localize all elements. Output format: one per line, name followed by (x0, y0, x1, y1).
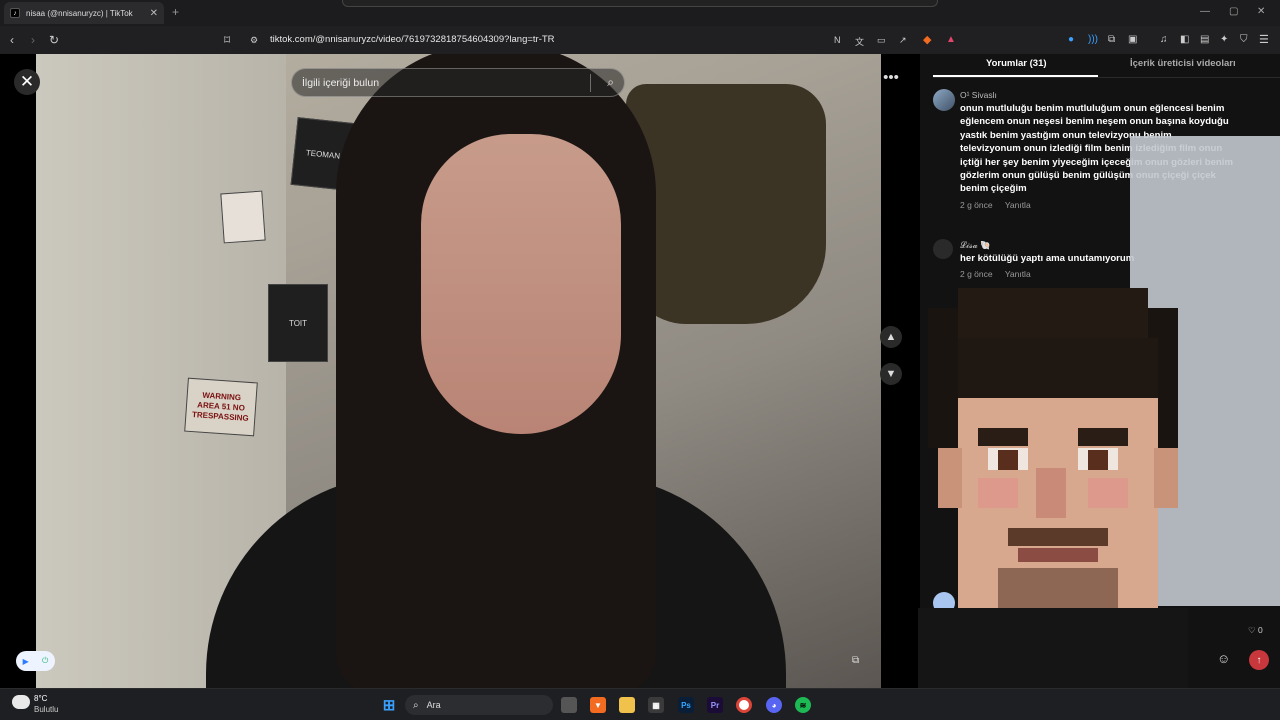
windows-start-icon[interactable]: ⊞ (381, 697, 397, 714)
discord-icon[interactable]: ◕ (766, 697, 782, 713)
spotify-icon[interactable]: ≋ (795, 697, 811, 713)
premiere-icon[interactable]: Pr (707, 697, 723, 713)
cast-icon[interactable]: ▭ (877, 35, 886, 46)
comment-username[interactable]: O¹ Sivaslı (960, 90, 997, 100)
translate-off-icon[interactable]: N (834, 35, 841, 45)
chrome-icon[interactable] (736, 697, 752, 713)
vpn-icon[interactable]: ⛉ (1240, 34, 1248, 45)
taskbar-search-label: Ara (426, 700, 441, 710)
weather-description[interactable]: Bulutlu (34, 705, 58, 714)
search-divider (590, 74, 591, 92)
tab-divider (933, 77, 1280, 78)
person-face (421, 134, 621, 434)
sidebar-icon[interactable]: ◧ (1180, 34, 1189, 45)
search-icon: ⌕ (413, 699, 419, 711)
windows-taskbar: 8°C Bulutlu ⊞ ⌕ Ara ▼ ▦ Ps Pr ◕ ≋ (0, 688, 1280, 720)
bookmark-icon[interactable]: ⌑ (224, 33, 230, 47)
pixel-art-avatar (918, 288, 1188, 688)
more-options-icon[interactable]: ••• (878, 69, 904, 91)
poster: TOIT (268, 284, 328, 362)
tab-strip: ♪ nisaa (@nnisanuryzc) | TikTok ✕ + — ▢ … (0, 0, 1280, 26)
emoji-icon[interactable]: ☺ (1217, 651, 1230, 666)
power-icon: ⏻ (42, 656, 49, 665)
search-input[interactable]: İlgili içeriği bulun ⌕ (291, 68, 625, 97)
reply-link[interactable]: Yanıtla (1005, 200, 1031, 210)
new-tab-icon[interactable]: + (172, 5, 179, 19)
search-placeholder: İlgili içeriği bulun (302, 76, 380, 89)
brave-rewards-icon[interactable]: ▲ (946, 34, 956, 45)
comment-time: 2 g önce (960, 200, 993, 210)
translate-icon[interactable]: 文 (855, 35, 864, 48)
tab-title: nisaa (@nnisanuryzc) | TikTok (26, 8, 133, 18)
file-explorer-icon[interactable] (619, 697, 635, 713)
close-video-button[interactable]: ✕ (14, 69, 40, 95)
comment-meta: 2 g önce Yanıtla (960, 200, 1041, 210)
brave-shield-icon[interactable]: ◆ (923, 33, 931, 46)
tiktok-icon: ♪ (10, 8, 20, 18)
avatar[interactable] (933, 239, 953, 259)
maximize-icon[interactable]: ▢ (1229, 6, 1238, 17)
extension-pill[interactable]: ▶ ⏻ (16, 651, 55, 671)
poster-small (220, 190, 266, 244)
reload-icon[interactable]: ↻ (49, 33, 59, 47)
video-player[interactable]: TEOMAN TOIT WARNING AREA 51 NO TRESPASSI… (36, 54, 881, 688)
scroll-top-button[interactable]: ↑ (1249, 650, 1269, 670)
leo-ai-icon[interactable]: ✦ (1220, 34, 1228, 45)
taskbar-search[interactable]: ⌕ Ara (405, 695, 553, 715)
address-dropdown-edge (342, 0, 938, 7)
audio-icon[interactable]: ))) (1088, 34, 1098, 45)
browser-tab[interactable]: ♪ nisaa (@nnisanuryzc) | TikTok ✕ (4, 2, 164, 24)
url-field[interactable]: tiktok.com/@nnisanuryzc/video/7619732818… (270, 34, 555, 45)
shazam-icon[interactable]: ● (1068, 34, 1074, 45)
menu-icon[interactable]: ☰ (1259, 33, 1269, 46)
brave-icon[interactable]: ▼ (590, 697, 606, 713)
previous-video-button[interactable]: ▲ (880, 326, 902, 348)
poster: WARNING AREA 51 NO TRESPASSING (184, 377, 258, 437)
tab-comments[interactable]: Yorumlar (31) (986, 58, 1047, 69)
plant-decoration (626, 84, 826, 324)
avatar[interactable] (933, 89, 955, 111)
navigation-bar: ‹ › ↻ ⌑ ⚙ tiktok.com/@nnisanuryzc/video/… (0, 26, 1280, 54)
photoshop-icon[interactable]: Ps (678, 697, 694, 713)
extensions-icon[interactable]: ⧉ (1108, 34, 1115, 45)
close-window-icon[interactable]: ✕ (1257, 6, 1265, 17)
back-icon[interactable]: ‹ (10, 33, 14, 47)
comment-username[interactable]: 𝓛𝓲𝓼𝓪 🐚 (960, 240, 991, 251)
share-icon[interactable]: ↗ (899, 35, 907, 46)
play-icon: ▶ (22, 656, 29, 666)
search-icon[interactable]: ⌕ (607, 75, 614, 90)
store-icon[interactable]: ▦ (648, 697, 664, 713)
like-count[interactable]: ♡ 0 (1248, 625, 1263, 636)
music-icon[interactable]: ♫ (1160, 34, 1168, 45)
site-settings-icon[interactable]: ⚙ (250, 35, 258, 46)
forward-icon[interactable]: › (31, 33, 35, 47)
tab-creator-videos[interactable]: İçerik üreticisi videoları (1130, 58, 1236, 69)
like-count-value: 0 (1257, 625, 1263, 635)
next-video-button[interactable]: ▼ (880, 363, 902, 385)
copy-link-icon[interactable]: ⧉ (852, 655, 859, 666)
wallet-icon[interactable]: ▤ (1200, 34, 1209, 45)
screenshot-icon[interactable]: ▣ (1128, 34, 1137, 45)
close-tab-icon[interactable]: ✕ (150, 8, 158, 19)
minimize-icon[interactable]: — (1200, 6, 1210, 17)
cloud-icon (12, 695, 30, 709)
task-view-icon[interactable] (561, 697, 577, 713)
weather-temperature[interactable]: 8°C (34, 694, 47, 703)
